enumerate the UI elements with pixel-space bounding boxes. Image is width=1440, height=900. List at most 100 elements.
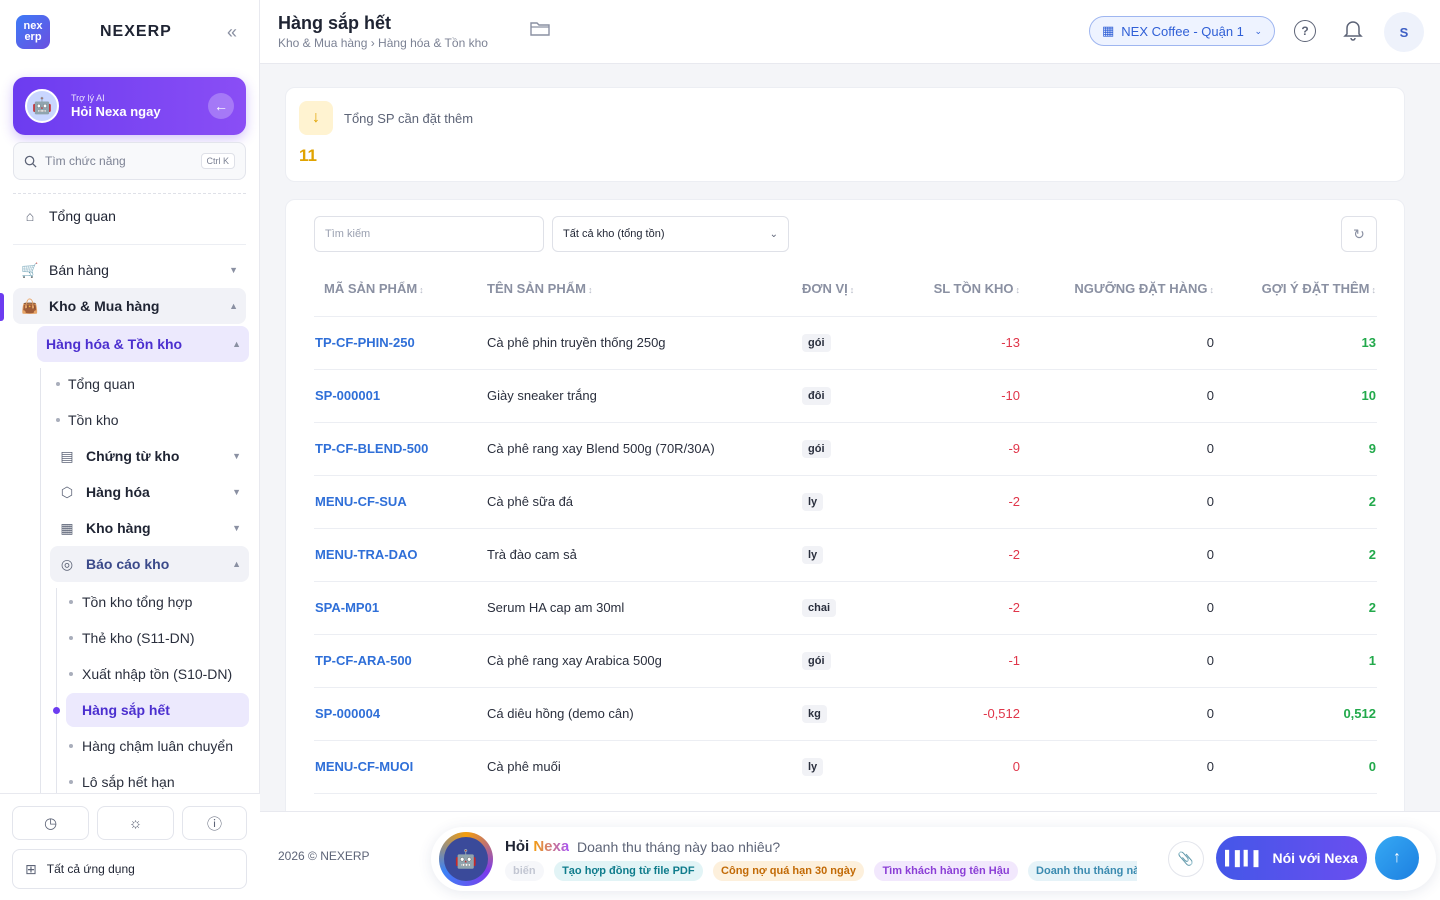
table-row[interactable]: TP-CF-PHIN-250 Cà phê phin truyền thống 2… [314,316,1377,370]
folder-icon[interactable] [530,20,550,41]
sort-icon: ↕ [419,285,424,296]
sidebar-item-warehouse[interactable]: 👜 Kho & Mua hàng ▲ [13,288,246,324]
sidebar-item-report-inout[interactable]: Xuất nhập tồn (S10-DN) [69,657,232,691]
suggestion-chip[interactable]: Tìm khách hàng tên Hậu [874,861,1018,881]
sidebar-item-reports[interactable]: ◎ Báo cáo kho ▲ [50,546,249,582]
sidebar-item-slow-moving[interactable]: Hàng chậm luân chuyển [69,729,233,763]
sidebar-item-label: Bán hàng [49,262,109,278]
cell-code[interactable]: TP-CF-PHIN-250 [314,316,487,370]
search-input[interactable] [314,216,544,252]
unit-badge: chai [802,598,837,617]
product-code-link[interactable]: TP-CF-BLEND-500 [315,441,428,456]
cell-code[interactable]: SP-000001 [314,369,487,423]
product-code-link[interactable]: MENU-CF-MUOI [315,759,413,774]
refresh-button[interactable]: ↻ [1341,216,1377,252]
cell-code[interactable]: MENU-CF-MUOI [314,740,487,794]
column-header-threshold[interactable]: NGƯỠNG ĐẶT HÀNG ↕ [1020,262,1214,317]
table-row[interactable]: TP-CF-ARA-500 Cà phê rang xay Arabica 500… [314,634,1377,688]
table-row[interactable]: SPA-MP01 Serum HA cap am 30ml chai -2 0 2 [314,581,1377,635]
cell-code[interactable]: MENU-TRA-DAO [314,528,487,582]
arrow-down-icon: ↓ [299,101,333,135]
nexa-avatar[interactable]: 🤖 [439,832,493,886]
suggestion-chip[interactable]: Công nợ quá hạn 30 ngày [713,861,864,881]
sort-icon: ↕ [587,285,593,296]
alert-button[interactable]: ⓘ [182,806,247,840]
sidebar-item-low-stock[interactable]: Hàng sắp hết [66,693,249,727]
low-stock-table: MÃ SẢN PHẨM ↕ TÊN SẢN PHẨM ↕ ĐƠN VỊ ↕ SL TỒ… [314,262,1377,794]
paperclip-icon[interactable]: 📎 [1168,841,1204,877]
talk-to-nexa-button[interactable]: ▍▌▍▌ Nói với Nexa [1216,836,1367,880]
table-row[interactable]: MENU-CF-MUOI Cà phê muối ly 0 0 0 [314,740,1377,794]
product-code-link[interactable]: TP-CF-ARA-500 [315,653,412,668]
cell-name: Serum HA cap am 30ml [487,581,802,635]
bell-icon[interactable] [1343,19,1363,46]
collapse-sidebar-icon[interactable]: « [227,22,237,43]
breadcrumb[interactable]: Kho & Mua hàng › Hàng hóa & Tồn kho [278,36,488,50]
logo[interactable]: nex erp [16,15,50,49]
cell-code[interactable]: SPA-MP01 [314,581,487,635]
product-code-link[interactable]: MENU-TRA-DAO [315,547,418,562]
sidebar-item-vouchers[interactable]: ▤ Chứng từ kho ▼ [50,438,249,474]
cell-suggest: 0,512 [1214,687,1377,741]
cell-code[interactable]: TP-CF-ARA-500 [314,634,487,688]
cell-unit: ly [802,740,892,794]
ai-assistant-card[interactable]: 🤖 Trợ lý AI Hỏi Nexa ngay ← [13,77,246,135]
send-arrow-icon[interactable]: ↑ [1375,836,1419,880]
bullet-dot [69,636,73,640]
sidebar-item-label: Tồn kho [68,412,119,428]
sidebar-item-report-stock-card[interactable]: Thẻ kho (S11-DN) [69,621,195,655]
suggestion-chip[interactable]: Tạo hợp đồng từ file PDF [554,861,703,881]
store-selector[interactable]: ▦ NEX Coffee - Quận 1 ⌄ [1089,16,1275,46]
unit-badge: ly [802,757,824,776]
robot-icon: 🤖 [444,837,488,881]
table-row[interactable]: MENU-TRA-DAO Trà đào cam sả ly -2 0 2 [314,528,1377,582]
cell-unit: ly [802,528,892,582]
sidebar-search[interactable]: Tìm chức năng Ctrl K [13,142,246,180]
sidebar-item-label: Lô sắp hết hạn [82,774,175,790]
sidebar-item-stock[interactable]: Tồn kho [56,403,119,437]
warehouse-select-value: Tất cả kho (tổng tồn) [563,228,665,240]
column-header-stock[interactable]: SL TỒN KHO ↕ [892,262,1020,317]
cell-threshold: 0 [1020,687,1214,741]
nexa-question-input[interactable]: Doanh thu tháng này bao nhiêu? [577,839,780,855]
cell-name: Cà phê rang xay Blend 500g (70R/30A) [487,422,802,476]
sidebar-item-sales[interactable]: 🛒 Bán hàng ▼ [13,252,246,288]
suggestion-chip[interactable]: biến [505,861,544,881]
suggestion-chip[interactable]: Doanh thu tháng này [1028,861,1137,881]
sidebar-item-goods-inventory[interactable]: Hàng hóa & Tồn kho ▲ [37,326,249,362]
tree-line [40,368,41,793]
column-header-unit[interactable]: ĐƠN VỊ ↕ [802,262,892,317]
cell-suggest: 1 [1214,634,1377,688]
cell-code[interactable]: TP-CF-BLEND-500 [314,422,487,476]
column-header-suggest[interactable]: GỢI Ý ĐẶT THÊM ↕ [1214,262,1377,317]
cell-unit: chai [802,581,892,635]
cell-name: Giày sneaker trắng [487,369,802,423]
cell-code[interactable]: MENU-CF-SUA [314,475,487,529]
column-header-name[interactable]: TÊN SẢN PHẨM ↕ [487,262,802,317]
theme-button[interactable]: ☼ [97,806,174,840]
sidebar-item-warehouses[interactable]: ▦ Kho hàng ▼ [50,510,249,546]
sidebar-item-overview[interactable]: ⌂ Tổng quan [13,197,246,235]
history-button[interactable]: ◷ [12,806,89,840]
product-code-link[interactable]: MENU-CF-SUA [315,494,407,509]
product-code-link[interactable]: SP-000001 [315,388,380,403]
column-header-code[interactable]: MÃ SẢN PHẨM ↕ [314,262,487,317]
sidebar-item-report-summary[interactable]: Tồn kho tổng hợp [69,585,192,619]
cell-stock: -2 [892,581,1020,635]
warehouse-select[interactable]: Tất cả kho (tổng tồn) ⌄ [552,216,789,252]
table-row[interactable]: MENU-CF-SUA Cà phê sữa đá ly -2 0 2 [314,475,1377,529]
sidebar-item-sub-overview[interactable]: Tổng quan [56,367,135,401]
table-row[interactable]: SP-000004 Cá diêu hồng (demo cân) kg -0,512… [314,687,1377,741]
user-avatar[interactable]: S [1384,12,1424,52]
sidebar-item-goods[interactable]: ⬡ Hàng hóa ▼ [50,474,249,510]
table-row[interactable]: SP-000001 Giày sneaker trắng đôi -10 0 10 [314,369,1377,423]
product-code-link[interactable]: SP-000004 [315,706,380,721]
all-apps-button[interactable]: ⊞ Tất cả ứng dụng [12,849,247,889]
product-code-link[interactable]: TP-CF-PHIN-250 [315,335,415,350]
chevron-up-icon: ▲ [232,339,241,349]
cell-code[interactable]: SP-000004 [314,687,487,741]
help-icon[interactable]: ? [1294,20,1316,42]
product-code-link[interactable]: SPA-MP01 [315,600,379,615]
arrow-left-icon[interactable]: ← [208,93,234,119]
table-row[interactable]: TP-CF-BLEND-500 Cà phê rang xay Blend 500… [314,422,1377,476]
